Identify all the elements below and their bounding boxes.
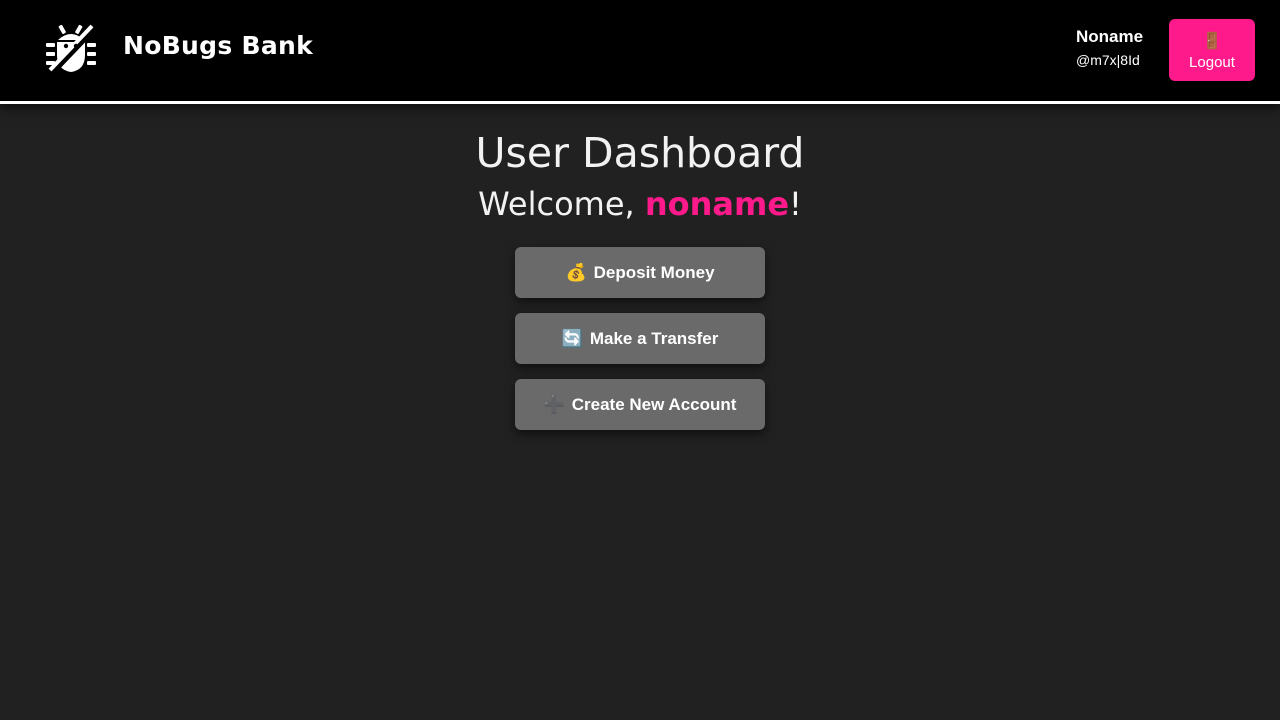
create-account-label: Create New Account bbox=[571, 394, 737, 414]
plus-icon: ➕ bbox=[543, 394, 565, 414]
page-title: User Dashboard bbox=[475, 129, 805, 177]
app-header: NoBugs Bank Noname @m7x|8Id 🚪 Logout bbox=[0, 0, 1280, 104]
deposit-money-button[interactable]: 💰 Deposit Money bbox=[515, 247, 765, 298]
user-display-name: Noname bbox=[1076, 27, 1144, 46]
transfer-arrows-icon: 🔄 bbox=[561, 328, 583, 348]
money-bag-icon: 💰 bbox=[565, 262, 587, 282]
user-info: Noname @m7x|8Id bbox=[1076, 26, 1156, 72]
welcome-prefix: Welcome, bbox=[478, 185, 645, 223]
brand-name: NoBugs Bank bbox=[123, 31, 314, 60]
logout-label: Logout bbox=[1189, 53, 1235, 71]
welcome-message: Welcome, noname! bbox=[0, 180, 1280, 228]
bug-slash-icon bbox=[44, 22, 98, 76]
welcome-username: noname bbox=[644, 185, 790, 223]
user-handle: @m7x|8Id bbox=[1076, 52, 1140, 68]
make-transfer-label: Make a Transfer bbox=[589, 328, 719, 348]
create-account-button[interactable]: ➕ Create New Account bbox=[515, 379, 765, 430]
welcome-suffix: ! bbox=[789, 185, 802, 223]
make-transfer-button[interactable]: 🔄 Make a Transfer bbox=[515, 313, 765, 364]
logout-button[interactable]: 🚪 Logout bbox=[1169, 19, 1255, 81]
door-icon: 🚪 bbox=[1202, 30, 1222, 50]
deposit-money-label: Deposit Money bbox=[593, 262, 715, 282]
